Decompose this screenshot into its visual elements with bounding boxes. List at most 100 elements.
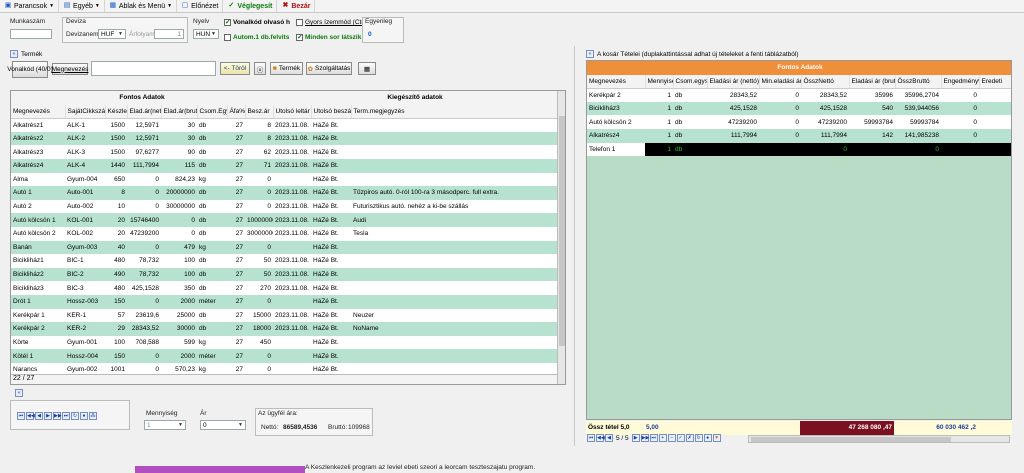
prev-record-icon[interactable]: ◀: [35, 412, 43, 420]
mark-icon[interactable]: ●: [703, 434, 712, 442]
mennyiseg-select[interactable]: 1 ▼: [144, 420, 186, 430]
devizanem-select[interactable]: HUF ▼: [98, 29, 126, 39]
preview-button[interactable]: ▢ Előnézet: [177, 0, 224, 12]
table-row[interactable]: Alkatrész4 ALK-4 1440 111,7994 115 db 27 71 2023…: [11, 158, 558, 173]
finalize-button[interactable]: ✓ Véglegesít: [223, 0, 278, 12]
delete-icon[interactable]: −: [667, 434, 676, 442]
cart-row[interactable]: Bicikliház3 1 db 425,1528 0 425,1528 540 539,94…: [587, 101, 1011, 116]
product-grid[interactable]: Fontos Adatok Kiegészítő adatok Megnevez…: [10, 90, 566, 385]
table-row[interactable]: Bicikliház2 BIC-2 490 78,732 100 db 27 50 2023.1…: [11, 267, 558, 282]
horizontal-scrollbar[interactable]: [748, 435, 1010, 443]
next-record-icon[interactable]: ▶: [44, 412, 52, 420]
column-header[interactable]: Áfa%: [227, 104, 246, 119]
minden-checkbox[interactable]: Minden sor látszik: [296, 33, 361, 41]
column-header[interactable]: Eladási ár (bruttó): [849, 74, 896, 89]
prev-record-icon[interactable]: ◀: [605, 434, 613, 442]
confirm-icon[interactable]: ✓: [676, 434, 685, 442]
table-row[interactable]: Alkatrész1 ALK-1 1500 12,5971 30 db 27 8 2023.11…: [11, 118, 558, 132]
cart-row[interactable]: Alkatrész4 1 db 111,7994 0 111,7994 142 141,985…: [587, 128, 1011, 143]
szolgaltatas-button[interactable]: ✿ Szolgáltatás: [306, 62, 352, 75]
next-page-icon[interactable]: ▶▶: [53, 412, 62, 420]
nyelv-select[interactable]: HUN ▼: [193, 29, 219, 39]
vertical-scrollbar[interactable]: [557, 91, 565, 384]
grid-view-button[interactable]: ▦: [358, 62, 376, 75]
table-row[interactable]: Alkatrész2 ALK-2 1500 12,5971 30 db 27 8 2023.11…: [11, 131, 558, 146]
first-record-icon[interactable]: ⏮: [587, 434, 595, 442]
column-header[interactable]: Engedmény%: [941, 74, 980, 89]
column-header[interactable]: Utolsó leltár: [273, 104, 312, 119]
prev-page-icon[interactable]: ◀◀: [26, 412, 35, 420]
ar-select[interactable]: 0 ▼: [200, 420, 246, 430]
collapse-icon[interactable]: «: [10, 50, 18, 58]
filter-button[interactable]: ⓧ: [254, 62, 266, 75]
table-row[interactable]: Kerékpár 1 KER-1 57 23619,6 25000 db 27 15000 20…: [11, 308, 558, 323]
table-row[interactable]: Autó 1 Auto-001 8 0 20000000 db 27 0 2023.11.08.…: [11, 186, 558, 200]
cancel-icon[interactable]: ✗: [685, 434, 694, 442]
table-row[interactable]: Autó 2 Auto-002 10 0 30000000 db 27 0 2023.11.08…: [11, 199, 558, 214]
table-row[interactable]: Drót 1 Hossz-003 150 0 2000 méter 27 0 HáZé Bt.: [11, 294, 558, 309]
scrollbar-thumb[interactable]: [559, 116, 565, 346]
table-row[interactable]: Autó kölcsön 2 KOL-002 20 47239200 0 db 27 3000…: [11, 226, 558, 241]
refresh-icon[interactable]: ↻: [694, 434, 703, 442]
prev-page-icon[interactable]: ◀◀: [596, 434, 605, 442]
next-page-icon[interactable]: ▶▶: [640, 434, 649, 442]
vonalkod-button[interactable]: Vonalkód (40/0): [7, 61, 53, 78]
table-row[interactable]: Kerékpár 2 KER-2 29 28343,52 30000 db 27 18000 2…: [11, 322, 558, 336]
column-header[interactable]: Term.megjegyzés: [351, 104, 558, 119]
ablak-menu[interactable]: ▦ Ablak és Menü ▼: [105, 0, 178, 12]
table-row[interactable]: Alkatrész3 ALK-3 1500 97,6277 90 db 27 62 2023.1…: [11, 145, 558, 159]
last-record-icon[interactable]: ⏭: [649, 434, 658, 442]
column-header[interactable]: Min.eladási ár: [759, 74, 802, 89]
table-row[interactable]: Banán Gyum-003 40 0 479 kg 27 0 HáZé Bt.: [11, 240, 558, 255]
collapse-icon[interactable]: «: [15, 389, 23, 397]
scrollbar-thumb[interactable]: [751, 437, 951, 442]
vonalkod-checkbox[interactable]: Vonalkód olvasó h: [224, 18, 290, 26]
table-row[interactable]: Bicikliház3 BIC-3 480 425,1528 350 db 27 270 202…: [11, 281, 558, 295]
table-row[interactable]: Körte Gyum-001 100 708,588 599 kg 27 450 HáZé Bt…: [11, 335, 558, 350]
megnevezes-button[interactable]: Megnevezés: [52, 63, 88, 75]
torol-button[interactable]: <- Töröl: [220, 62, 250, 75]
collapse-icon[interactable]: «: [586, 50, 594, 58]
arfolyam-input[interactable]: 1: [154, 29, 184, 39]
filter-icon[interactable]: ⁂: [89, 412, 97, 420]
autom-checkbox[interactable]: Autom.1 db.felvits: [224, 34, 289, 41]
column-header[interactable]: Utolsó beszállító: [311, 104, 352, 119]
next-record-icon[interactable]: ▶: [631, 434, 640, 442]
column-header[interactable]: ÖsszNettó: [801, 74, 850, 89]
table-row[interactable]: Kötél 1 Hossz-004 150 0 2000 méter 27 0 HáZé Bt.: [11, 349, 558, 363]
table-row[interactable]: Bicikliház1 BIC-1 480 78,732 100 db 27 50 2023.1…: [11, 254, 558, 268]
column-header[interactable]: Megnevezés: [11, 104, 66, 119]
search-input[interactable]: [91, 61, 216, 76]
column-header[interactable]: Besz.ár: [245, 104, 274, 119]
add-icon[interactable]: +: [658, 434, 667, 442]
cart-row[interactable]: Telefon 1 1 db 0 0: [587, 142, 1011, 157]
close-button[interactable]: ✖ Bezár: [277, 0, 316, 12]
munkaszam-input[interactable]: [10, 29, 52, 39]
cart-row[interactable]: Kerékpár 2 1 db 28343,52 0 28343,52 35996 35996…: [587, 88, 1011, 102]
column-header[interactable]: Elad.ár(nettó): [127, 104, 162, 119]
column-header[interactable]: SajátCikkszám: [65, 104, 106, 119]
termek-button[interactable]: ■ Termék: [270, 62, 303, 75]
column-header[interactable]: Csom.Egys.: [197, 104, 228, 119]
column-header[interactable]: ÖsszBruttó: [895, 74, 942, 89]
table-row[interactable]: Alma Gyum-004 650 0 824,23 kg 27 0 HáZé Bt.: [11, 172, 558, 187]
column-header[interactable]: Eredeti: [979, 74, 1011, 89]
cart-grid[interactable]: Fontos Adatok MegnevezésMennyiségCsom.eg…: [586, 60, 1012, 420]
column-header[interactable]: Eladási ár (nettó): [707, 74, 760, 89]
column-header[interactable]: Készlet: [105, 104, 128, 119]
refresh-icon[interactable]: ↻: [71, 412, 79, 420]
first-record-icon[interactable]: ⏮: [17, 412, 25, 420]
mark-icon[interactable]: ●: [80, 412, 88, 420]
table-row[interactable]: Autó kölcsön 1 KOL-001 20 15746400 0 db 27 1000…: [11, 213, 558, 227]
egyeb-menu[interactable]: ▤ Egyéb ▼: [59, 0, 105, 12]
column-header[interactable]: Mennyiség: [645, 74, 674, 89]
splitter[interactable]: [574, 46, 575, 446]
cart-row[interactable]: Autó kölcsön 2 1 db 47239200 0 47239200 599937…: [587, 115, 1011, 129]
column-header[interactable]: Megnevezés: [587, 74, 646, 89]
parancsok-menu[interactable]: ▣ Parancsok ▼: [0, 0, 60, 12]
filter-icon[interactable]: ▼: [712, 434, 721, 442]
column-header[interactable]: Elad.ár(bruttó): [161, 104, 198, 119]
gyors-checkbox[interactable]: Gyors ízemmód (Ctrl: [296, 19, 365, 26]
last-record-icon[interactable]: ⏭: [62, 412, 70, 420]
column-header[interactable]: Csom.egys.: [673, 74, 708, 89]
